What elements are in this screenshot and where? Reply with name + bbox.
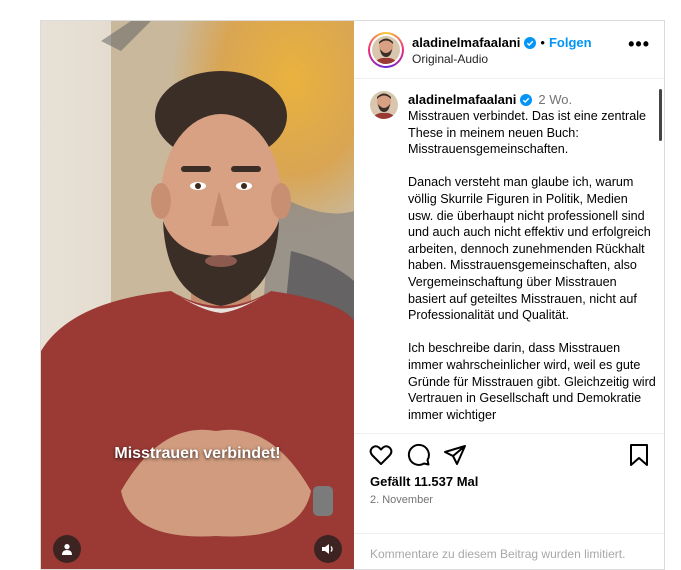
action-bar (354, 433, 664, 473)
caption-scrollbar[interactable] (659, 89, 662, 141)
original-audio-link[interactable]: Original-Audio (412, 52, 488, 66)
post-video[interactable]: Misstrauen verbindet! (41, 21, 354, 569)
header-user-line: aladinelmafaalani • Folgen (412, 35, 592, 50)
caption-header: aladinelmafaalani 2 Wo. (408, 92, 572, 107)
verified-badge-icon (524, 36, 537, 49)
comments-limited-notice: Kommentare zu diesem Beitrag wurden limi… (354, 533, 664, 569)
caption-author-avatar[interactable] (370, 91, 398, 119)
caption-username[interactable]: aladinelmafaalani (408, 92, 516, 107)
post-sidebar: aladinelmafaalani • Folgen Original-Audi… (354, 21, 664, 569)
comments-limited-text: Kommentare zu diesem Beitrag wurden limi… (370, 547, 626, 561)
separator-dot: • (540, 35, 545, 50)
comment-icon (407, 443, 430, 466)
post-time[interactable]: 2 Wo. (538, 92, 572, 107)
share-button[interactable] (442, 442, 468, 468)
post-date: 2. November (370, 494, 433, 506)
caption-scroll-area[interactable]: aladinelmafaalani 2 Wo. Misstrauen verbi… (354, 79, 664, 431)
heart-icon (369, 445, 393, 465)
more-options-button[interactable]: ••• (628, 35, 650, 53)
tagged-users-button[interactable] (53, 535, 81, 563)
instagram-post: Misstrauen verbindet! aladinelmafaalani … (40, 20, 665, 570)
verified-badge-icon (520, 93, 533, 106)
like-count[interactable]: Gefällt 11.537 Mal (370, 474, 478, 489)
avatar-image (372, 36, 400, 64)
user-tag-icon (62, 544, 72, 555)
caption-text: Misstrauen verbindet. Das ist eine zentr… (408, 109, 656, 422)
share-icon (444, 445, 466, 465)
video-caption-overlay: Misstrauen verbindet! (114, 445, 281, 462)
post-header: aladinelmafaalani • Folgen Original-Audi… (354, 21, 664, 79)
video-frame (41, 21, 354, 569)
author-avatar[interactable] (368, 32, 404, 68)
bookmark-icon (630, 444, 648, 466)
audio-toggle-button[interactable] (314, 535, 342, 563)
comment-button[interactable] (406, 442, 432, 468)
speaker-icon (322, 544, 333, 554)
follow-button[interactable]: Folgen (549, 35, 592, 50)
save-button[interactable] (626, 442, 652, 468)
avatar-image (370, 91, 398, 119)
header-username[interactable]: aladinelmafaalani (412, 35, 520, 50)
like-button[interactable] (368, 442, 394, 468)
